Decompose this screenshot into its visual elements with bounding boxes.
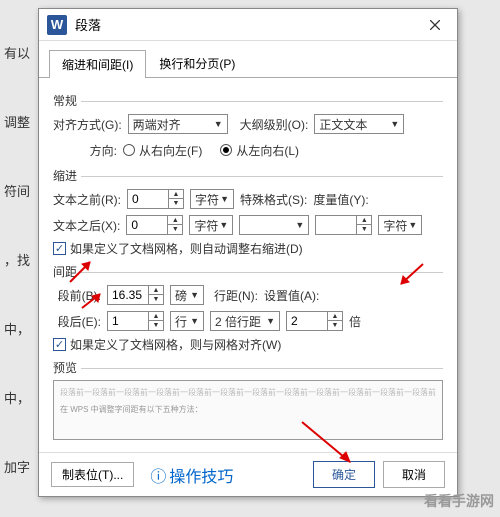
set-value-unit: 倍 <box>349 313 369 330</box>
chevron-down-icon: ▼ <box>408 220 417 230</box>
measure-unit-combo[interactable]: 字符▼ <box>378 215 422 235</box>
outline-combo[interactable]: 正文文本 ▼ <box>314 114 404 134</box>
paragraph-dialog: W 段落 缩进和间距(I) 换行和分页(P) 常规 对齐方式(G): 两端对齐 … <box>38 8 458 497</box>
spin-up-icon[interactable]: ▲ <box>328 312 342 321</box>
alignment-label: 对齐方式(G): <box>53 116 122 133</box>
close-button[interactable] <box>421 13 449 37</box>
app-icon: W <box>47 15 67 35</box>
group-general: 常规 <box>53 92 443 109</box>
outline-label: 大纲级别(O): <box>240 116 309 133</box>
chevron-down-icon: ▼ <box>266 316 275 326</box>
tab-bar: 缩进和间距(I) 换行和分页(P) <box>39 41 457 78</box>
text-before-input[interactable] <box>128 190 168 208</box>
chevron-down-icon: ▼ <box>220 194 229 204</box>
set-value-input[interactable] <box>287 312 327 330</box>
preview-box: 段落前一段落前一段落前一段落前一段落前一段落前一段落前一段落前一段落前一段落前一… <box>53 380 443 440</box>
measure-input[interactable] <box>316 216 356 234</box>
direction-label: 方向: <box>53 142 117 159</box>
spin-up-icon[interactable]: ▲ <box>357 216 371 225</box>
after-para-input[interactable] <box>108 312 148 330</box>
ok-button[interactable]: 确定 <box>313 461 375 488</box>
cancel-button[interactable]: 取消 <box>383 461 445 488</box>
spin-up-icon[interactable]: ▲ <box>169 190 183 199</box>
before-para-label: 段前(B): <box>53 287 101 304</box>
spin-up-icon[interactable]: ▲ <box>149 312 163 321</box>
after-para-unit-combo[interactable]: 行▼ <box>170 311 204 331</box>
chevron-down-icon: ▼ <box>219 220 228 230</box>
background-document-text: 有以 调整 符间 ，找 中， 中， 加字 <box>0 0 40 517</box>
line-spacing-combo[interactable]: 2 倍行距▼ <box>210 311 280 331</box>
group-preview: 预览 <box>53 359 443 376</box>
measure-label: 度量值(Y): <box>313 191 368 208</box>
text-before-label: 文本之前(R): <box>53 191 121 208</box>
before-para-spinner[interactable]: ▲▼ <box>107 285 164 305</box>
grid-align-checkbox[interactable]: ✓ 如果定义了文档网格，则与网格对齐(W) <box>53 336 443 353</box>
group-spacing: 间距 <box>53 263 443 280</box>
before-unit-combo[interactable]: 字符▼ <box>190 189 234 209</box>
line-spacing-label: 行距(N): <box>210 287 258 304</box>
chevron-down-icon: ▼ <box>190 290 199 300</box>
spin-down-icon[interactable]: ▼ <box>168 225 182 234</box>
after-para-label: 段后(E): <box>53 313 101 330</box>
tabstops-button[interactable]: 制表位(T)... <box>51 462 134 487</box>
preview-placeholder-1: 段落前一段落前一段落前一段落前一段落前一段落前一段落前一段落前一段落前一段落前一… <box>60 387 436 398</box>
text-after-spinner[interactable]: ▲▼ <box>126 215 183 235</box>
grid-align-label: 如果定义了文档网格，则与网格对齐(W) <box>70 336 281 353</box>
alignment-value: 两端对齐 <box>133 116 181 133</box>
spin-down-icon[interactable]: ▼ <box>328 321 342 330</box>
text-after-label: 文本之后(X): <box>53 217 120 234</box>
spin-down-icon[interactable]: ▼ <box>149 295 163 304</box>
spin-down-icon[interactable]: ▼ <box>149 321 163 330</box>
set-value-label: 设置值(A): <box>264 287 319 304</box>
chevron-down-icon: ▼ <box>390 119 399 129</box>
close-icon <box>430 20 440 30</box>
spin-down-icon[interactable]: ▼ <box>357 225 371 234</box>
radio-ltr-label: 从左向右(L) <box>236 142 299 159</box>
radio-icon-checked <box>220 144 232 156</box>
checkbox-checked-icon: ✓ <box>53 242 66 255</box>
titlebar: W 段落 <box>39 9 457 41</box>
dialog-footer: 制表位(T)... ⓘ 操作技巧 确定 取消 <box>39 452 457 496</box>
dialog-body: 常规 对齐方式(G): 两端对齐 ▼ 大纲级别(O): 正文文本 ▼ 方向: 从… <box>39 78 457 452</box>
group-indent: 缩进 <box>53 167 443 184</box>
tab-indent-spacing[interactable]: 缩进和间距(I) <box>49 50 146 78</box>
after-unit-combo[interactable]: 字符▼ <box>189 215 233 235</box>
before-para-unit-combo[interactable]: 磅▼ <box>170 285 204 305</box>
preview-placeholder-2: 在 WPS 中调整字间距有以下五种方法： <box>60 404 436 415</box>
auto-adjust-checkbox[interactable]: ✓ 如果定义了文档网格，则自动调整右缩进(D) <box>53 240 443 257</box>
radio-rtl[interactable]: 从右向左(F) <box>123 142 202 159</box>
watermark-text: 看看手游网 <box>424 491 494 511</box>
spin-up-icon[interactable]: ▲ <box>168 216 182 225</box>
text-before-spinner[interactable]: ▲▼ <box>127 189 184 209</box>
after-para-spinner[interactable]: ▲▼ <box>107 311 164 331</box>
radio-rtl-label: 从右向左(F) <box>139 142 202 159</box>
outline-value: 正文文本 <box>319 116 367 133</box>
chevron-down-icon: ▼ <box>295 220 304 230</box>
direction-radio-group: 从右向左(F) 从左向右(L) <box>123 142 299 159</box>
before-para-input[interactable] <box>108 286 148 304</box>
lightbulb-icon: ⓘ <box>150 463 166 487</box>
tips-link[interactable]: ⓘ 操作技巧 <box>150 463 233 487</box>
checkbox-checked-icon: ✓ <box>53 338 66 351</box>
spin-down-icon[interactable]: ▼ <box>169 199 183 208</box>
dialog-title: 段落 <box>75 15 421 34</box>
text-after-input[interactable] <box>127 216 167 234</box>
spin-up-icon[interactable]: ▲ <box>149 286 163 295</box>
special-combo[interactable]: ▼ <box>239 215 309 235</box>
auto-adjust-label: 如果定义了文档网格，则自动调整右缩进(D) <box>70 240 303 257</box>
tab-pagination[interactable]: 换行和分页(P) <box>146 49 248 77</box>
tips-label: 操作技巧 <box>169 463 233 487</box>
chevron-down-icon: ▼ <box>190 316 199 326</box>
radio-ltr[interactable]: 从左向右(L) <box>220 142 299 159</box>
measure-spinner[interactable]: ▲▼ <box>315 215 372 235</box>
chevron-down-icon: ▼ <box>214 119 223 129</box>
special-label: 特殊格式(S): <box>240 191 307 208</box>
alignment-combo[interactable]: 两端对齐 ▼ <box>128 114 228 134</box>
radio-icon <box>123 144 135 156</box>
set-value-spinner[interactable]: ▲▼ <box>286 311 343 331</box>
